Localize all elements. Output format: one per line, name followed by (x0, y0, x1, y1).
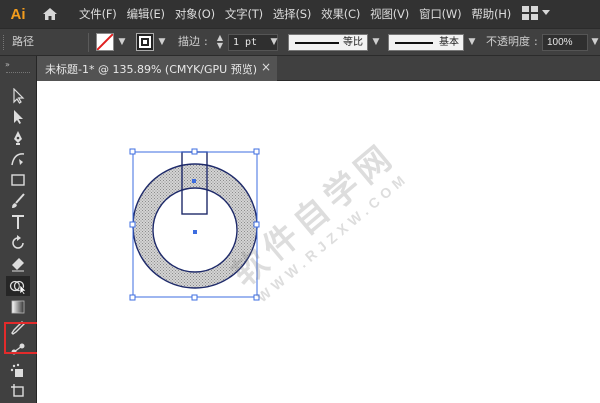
artboard-canvas[interactable]: 软件自学网 WWW.RJZXW.COM (37, 81, 600, 403)
control-bar-grip[interactable] (3, 35, 6, 50)
menu-file[interactable]: 文件(F) (74, 0, 122, 28)
toolbox-grip[interactable] (6, 72, 30, 75)
shape-builder-tool-icon[interactable] (6, 276, 30, 296)
symbol-sprayer-tool-icon[interactable] (6, 360, 30, 380)
document-tab-title: 未标题-1* @ 135.89% (CMYK/GPU 预览) (45, 62, 257, 76)
rotate-tool-icon[interactable] (6, 233, 30, 253)
brush-definition[interactable]: 基本 (388, 34, 464, 51)
opacity-dropdown[interactable]: ▼ (589, 35, 600, 49)
menu-effect[interactable]: 效果(C) (316, 0, 365, 28)
stroke-stepper[interactable]: ▲ ▼ (214, 34, 226, 50)
menu-bar: Ai 文件(F) 编辑(E) 对象(O) 文字(T) 选择(S) 效果(C) 视… (0, 0, 600, 28)
document-tab[interactable]: 未标题-1* @ 135.89% (CMYK/GPU 预览) × (37, 56, 277, 81)
menu-window[interactable]: 窗口(W) (414, 0, 466, 28)
opacity-label[interactable]: 不透明度 (486, 29, 530, 55)
direct-selection-tool-icon[interactable] (6, 107, 30, 127)
close-icon[interactable]: × (261, 60, 271, 74)
workspace-switcher[interactable] (522, 6, 550, 20)
opacity-input[interactable]: 100% (542, 34, 588, 51)
selection-tool-icon[interactable] (6, 86, 30, 106)
stroke-colon: : (204, 35, 208, 48)
menu-edit[interactable]: 编辑(E) (122, 0, 170, 28)
menu-type[interactable]: 文字(T) (220, 0, 268, 28)
chevron-down-icon (542, 10, 550, 15)
curvature-tool-icon[interactable] (6, 149, 30, 169)
brush-dropdown[interactable]: ▼ (466, 35, 478, 49)
profile-label: 等比 (343, 37, 363, 48)
toolbox: » (0, 56, 58, 403)
eraser-tool-icon[interactable] (6, 254, 30, 274)
menu-select[interactable]: 选择(S) (268, 0, 316, 28)
home-icon[interactable] (36, 0, 64, 28)
paintbrush-tool-icon[interactable] (6, 191, 30, 211)
type-tool-icon[interactable] (6, 212, 30, 232)
gradient-tool-icon[interactable] (6, 297, 30, 317)
collapse-toolbox-icon[interactable]: » (5, 60, 10, 69)
rectangle-tool-icon[interactable] (6, 170, 30, 190)
profile-dropdown[interactable]: ▼ (370, 35, 382, 49)
artboard-tool-icon[interactable] (6, 381, 30, 401)
brush-label: 基本 (439, 37, 459, 48)
variable-width-profile[interactable]: 等比 (288, 34, 368, 51)
app-logo: Ai (10, 5, 26, 23)
pen-tool-icon[interactable] (6, 128, 30, 148)
workspace-grid-icon (522, 6, 538, 20)
stroke-dropdown[interactable]: ▼ (156, 35, 168, 49)
fill-dropdown[interactable]: ▼ (116, 35, 128, 49)
selection-type-label: 路径 (12, 35, 34, 48)
stroke-weight-dropdown[interactable]: ▼ (268, 35, 280, 49)
menu-object[interactable]: 对象(O) (170, 0, 220, 28)
divider (88, 33, 89, 52)
stroke-label[interactable]: 描边 (178, 29, 200, 55)
document-tab-strip: 未标题-1* @ 135.89% (CMYK/GPU 预览) × (37, 56, 600, 81)
menu-items: 文件(F) 编辑(E) 对象(O) 文字(T) 选择(S) 效果(C) 视图(V… (74, 0, 516, 28)
fill-none-icon[interactable] (96, 33, 114, 51)
control-bar: 路径 ▼ ▼ 描边 : ▲ ▼ 1 pt ▼ 等比 ▼ 基本 ▼ 不透明度 : 1… (0, 28, 600, 56)
opacity-colon: : (534, 35, 538, 48)
stroke-swatch-icon[interactable] (136, 33, 154, 51)
menu-help[interactable]: 帮助(H) (466, 0, 516, 28)
menu-view[interactable]: 视图(V) (365, 0, 414, 28)
